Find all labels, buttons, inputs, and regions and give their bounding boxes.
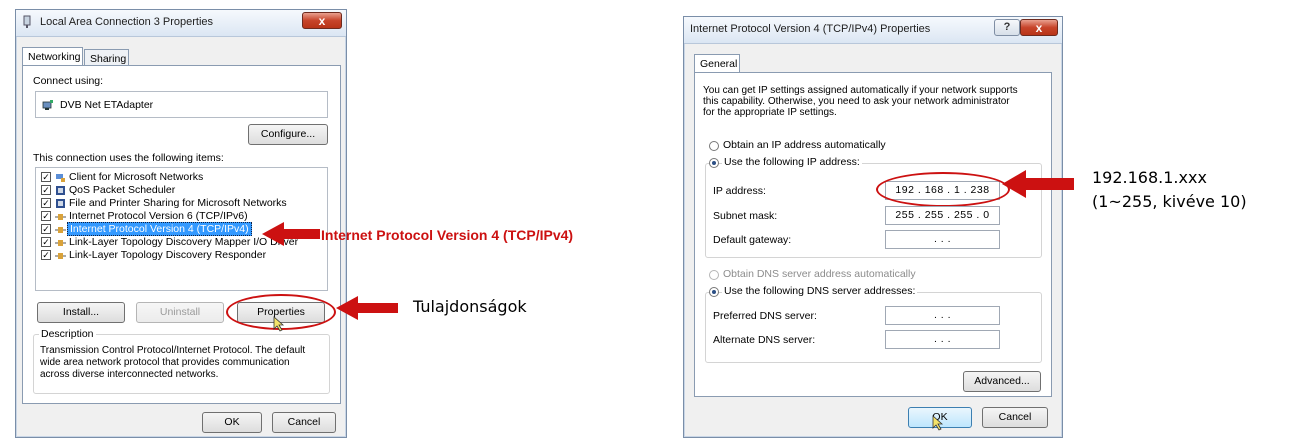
description-label: Description — [39, 328, 96, 340]
item-checkbox[interactable]: ✓ — [41, 237, 51, 247]
left-dialog-title: Local Area Connection 3 Properties — [40, 16, 214, 28]
general-tab-panel: You can get IP settings assigned automat… — [694, 72, 1052, 397]
description-line-1: Transmission Control Protocol/Internet P… — [40, 345, 306, 356]
tab-networking[interactable]: Networking — [22, 47, 83, 66]
ip-highlight-ellipse — [876, 172, 1010, 207]
ip-callout-line-2: (1~255, kivéve 10) — [1092, 192, 1247, 211]
ip-address-label: IP address: — [713, 185, 766, 197]
subnet-mask-field[interactable]: 255 . 255 . 255 . 0 — [885, 206, 1000, 225]
ipv4-callout-arrow — [262, 222, 320, 246]
alternate-dns-label: Alternate DNS server: — [713, 334, 816, 346]
connect-using-label: Connect using: — [33, 75, 104, 87]
left-cancel-button[interactable]: Cancel — [272, 412, 336, 433]
protocol-icon — [55, 237, 66, 248]
subnet-mask-label: Subnet mask: — [713, 210, 778, 222]
list-item[interactable]: ✓ File and Printer Sharing for Microsoft… — [36, 197, 327, 210]
description-line-2: wide area network protocol that provides… — [40, 357, 290, 368]
item-label: QoS Packet Scheduler — [69, 184, 176, 196]
left-dialog-titlebar[interactable]: Local Area Connection 3 Properties x — [16, 10, 346, 37]
intro-line-2: this capability. Otherwise, you need to … — [703, 96, 1010, 107]
properties-callout-text: Tulajdonságok — [413, 297, 527, 316]
tab-general[interactable]: General — [694, 54, 740, 73]
obtain-ip-label: Obtain an IP address automatically — [723, 139, 886, 151]
item-checkbox[interactable]: ✓ — [41, 250, 51, 260]
mouse-cursor-icon — [273, 316, 285, 335]
list-item[interactable]: ✓ QoS Packet Scheduler — [36, 184, 327, 197]
advanced-button[interactable]: Advanced... — [963, 371, 1041, 392]
right-dialog-titlebar[interactable]: Internet Protocol Version 4 (TCP/IPv4) P… — [684, 17, 1062, 44]
ipv4-callout-text: Internet Protocol Version 4 (TCP/IPv4) — [321, 227, 574, 243]
list-item[interactable]: ✓ Link-Layer Topology Discovery Responde… — [36, 249, 327, 262]
right-dialog-close-button[interactable]: x — [1020, 19, 1058, 36]
protocol-icon — [55, 211, 66, 222]
item-label: Internet Protocol Version 6 (TCP/IPv6) — [69, 210, 248, 222]
ip-callout-line-1: 192.168.1.xxx — [1092, 168, 1207, 187]
use-dns-label: Use the following DNS server addresses: — [722, 285, 918, 297]
description-line-3: across diverse interconnected networks. — [40, 369, 219, 380]
intro-line-1: You can get IP settings assigned automat… — [703, 85, 1018, 96]
left-ok-button[interactable]: OK — [202, 412, 262, 433]
item-label: Link-Layer Topology Discovery Responder — [69, 249, 267, 261]
item-checkbox[interactable]: ✓ — [41, 224, 51, 234]
network-connection-icon — [22, 15, 32, 28]
network-adapter-icon — [42, 99, 53, 110]
item-label: Internet Protocol Version 4 (TCP/IPv4) — [67, 222, 252, 236]
obtain-ip-radio[interactable] — [709, 141, 719, 151]
right-dialog-title: Internet Protocol Version 4 (TCP/IPv4) P… — [690, 23, 931, 35]
obtain-dns-label: Obtain DNS server address automatically — [723, 268, 916, 280]
configure-button[interactable]: Configure... — [248, 124, 328, 145]
service-icon — [55, 185, 66, 196]
preferred-dns-field[interactable]: . . . — [885, 306, 1000, 325]
right-cancel-button[interactable]: Cancel — [982, 407, 1048, 428]
right-dialog-window: Internet Protocol Version 4 (TCP/IPv4) P… — [683, 16, 1063, 438]
item-checkbox[interactable]: ✓ — [41, 198, 51, 208]
intro-line-3: for the appropriate IP settings. — [703, 107, 837, 118]
preferred-dns-label: Preferred DNS server: — [713, 310, 817, 322]
protocol-icon — [55, 224, 66, 235]
item-checkbox[interactable]: ✓ — [41, 211, 51, 221]
adapter-box: DVB Net ETAdapter — [35, 91, 328, 118]
help-button[interactable]: ? — [994, 19, 1020, 36]
use-dns-radio[interactable] — [709, 287, 719, 297]
item-checkbox[interactable]: ✓ — [41, 185, 51, 195]
use-ip-label: Use the following IP address: — [722, 156, 862, 168]
items-label: This connection uses the following items… — [33, 152, 224, 164]
uninstall-button: Uninstall — [136, 302, 224, 323]
use-ip-radio[interactable] — [709, 158, 719, 168]
item-label: File and Printer Sharing for Microsoft N… — [69, 197, 287, 209]
tab-sharing[interactable]: Sharing — [84, 49, 129, 66]
properties-callout-arrow — [336, 296, 398, 320]
obtain-dns-radio — [709, 270, 719, 280]
service-icon — [55, 198, 66, 209]
install-button[interactable]: Install... — [37, 302, 125, 323]
list-item[interactable]: ✓ Client for Microsoft Networks — [36, 171, 327, 184]
adapter-name: DVB Net ETAdapter — [60, 99, 154, 111]
left-dialog-close-button[interactable]: x — [302, 12, 342, 29]
network-client-icon — [55, 172, 66, 183]
mouse-cursor-icon — [932, 415, 944, 434]
item-label: Client for Microsoft Networks — [69, 171, 204, 183]
item-checkbox[interactable]: ✓ — [41, 172, 51, 182]
ip-callout-arrow — [1002, 170, 1074, 198]
default-gateway-label: Default gateway: — [713, 234, 792, 246]
default-gateway-field[interactable]: . . . — [885, 230, 1000, 249]
dns-group — [705, 292, 1042, 363]
alternate-dns-field[interactable]: . . . — [885, 330, 1000, 349]
protocol-icon — [55, 250, 66, 261]
